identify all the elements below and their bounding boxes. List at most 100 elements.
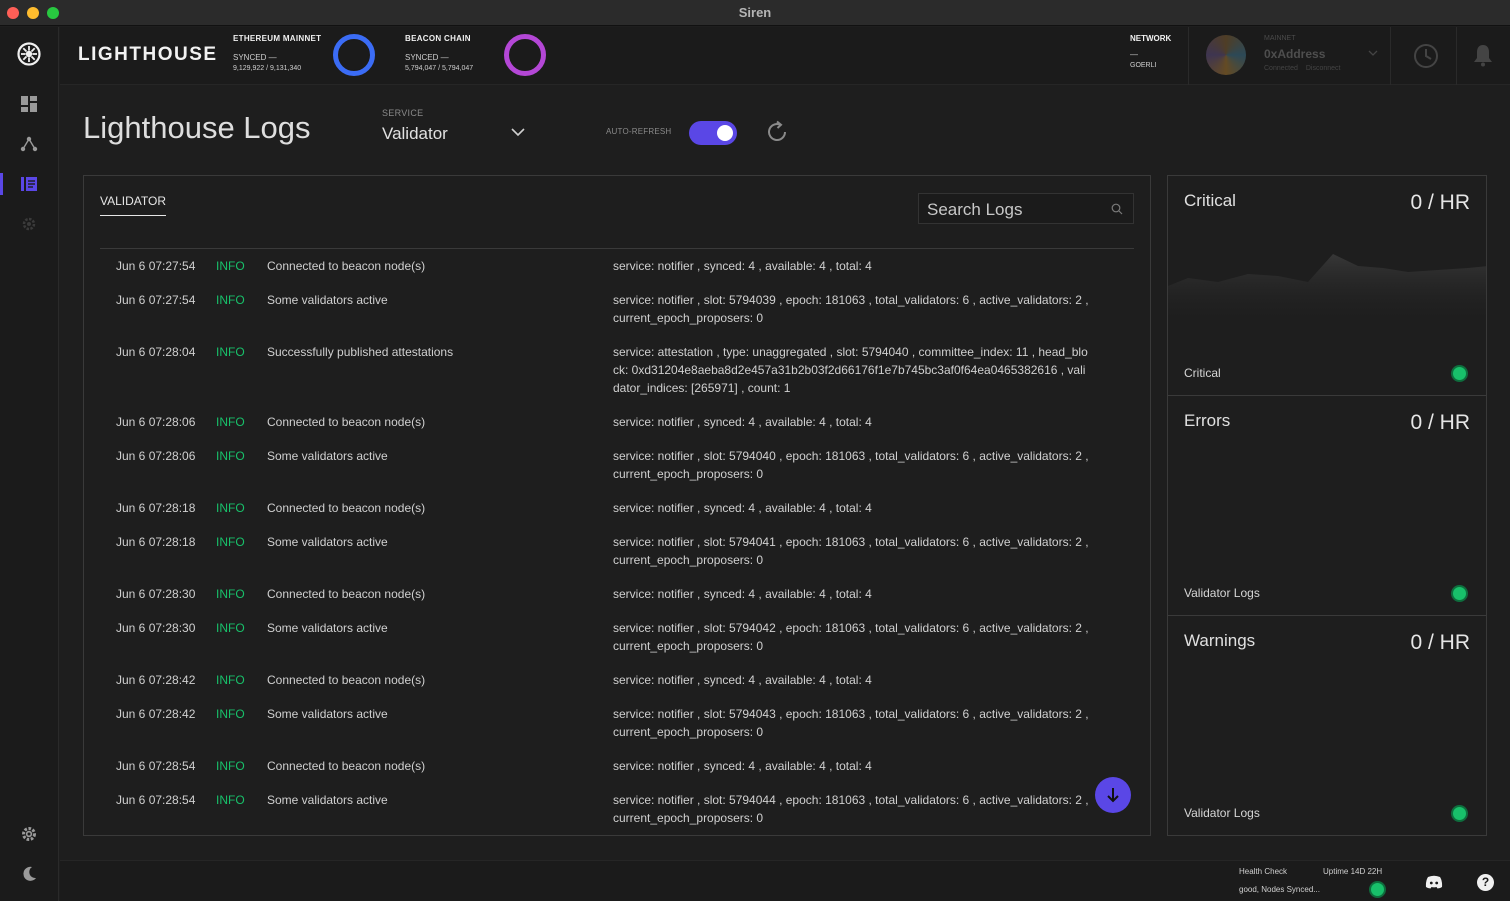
- log-row: Jun 6 07:28:42 INFO Connected to beacon no…: [84, 662, 1150, 696]
- health-check-label: Health Check: [1239, 867, 1288, 876]
- refresh-icon[interactable]: [764, 119, 790, 145]
- card-footer: Validator Logs: [1184, 806, 1260, 820]
- account-avatar[interactable]: [1206, 35, 1246, 75]
- critical-sparkline: [1168, 254, 1486, 326]
- arrow-down-icon: [1107, 788, 1119, 803]
- bell-icon[interactable]: [1473, 43, 1493, 67]
- moon-icon[interactable]: [19, 864, 39, 884]
- ethereum-status: SYNCED —: [233, 53, 277, 62]
- nodes-network-icon[interactable]: [19, 134, 39, 154]
- log-data: service: notifier , slot: 5794041 , epoc…: [613, 535, 1089, 567]
- log-time: Jun 6 07:28:42: [116, 707, 196, 721]
- lighthouse-logo-icon[interactable]: [17, 42, 41, 66]
- footer: Health Check good, Nodes Synced... Uptim…: [60, 860, 1510, 901]
- window-title: Siren: [738, 5, 772, 20]
- log-row: Jun 6 07:28:04 INFO Successfully published…: [84, 334, 1150, 404]
- chevron-down-icon[interactable]: [510, 126, 526, 138]
- log-row: Jun 6 07:28:54 INFO Some validators active…: [84, 782, 1150, 834]
- ethereum-progress: 9,129,922 / 9,131,340: [233, 65, 302, 72]
- beacon-progress: 5,794,047 / 5,794,047: [405, 65, 474, 72]
- card-footer: Critical: [1184, 366, 1221, 380]
- card-title: Warnings: [1184, 631, 1256, 650]
- status-dot: [1451, 585, 1468, 602]
- disconnect-link[interactable]: Disconnect: [1306, 65, 1341, 72]
- log-row: Jun 6 07:27:54 INFO Some validators active…: [84, 282, 1150, 334]
- help-icon[interactable]: ?: [1477, 874, 1494, 891]
- log-row: Jun 6 07:28:18 INFO Connected to beacon no…: [84, 490, 1150, 524]
- beacon-title: BEACON CHAIN: [405, 34, 471, 43]
- network-status: NETWORK — GOERLI: [1130, 34, 1171, 69]
- log-time: Jun 6 07:28:42: [116, 673, 196, 687]
- card-rate: 0 / HR: [1410, 411, 1470, 434]
- log-message: Some validators active: [267, 449, 388, 463]
- beacon-sync-ring: [504, 34, 546, 76]
- validators-gear-icon[interactable]: [19, 214, 39, 234]
- critical-card: Critical 0 / HR Critical: [1167, 175, 1487, 396]
- health-check-status: good, Nodes Synced...: [1239, 885, 1320, 894]
- log-data: service: notifier , slot: 5794044 , epoc…: [613, 793, 1089, 825]
- tab-validator[interactable]: VALIDATOR: [100, 194, 167, 216]
- log-message: Connected to beacon node(s): [267, 673, 426, 687]
- log-level: INFO: [216, 535, 245, 549]
- log-data: service: notifier , synced: 4 , availabl…: [613, 259, 872, 273]
- title-bar: Siren: [0, 0, 1510, 26]
- log-data: service: notifier , synced: 4 , availabl…: [613, 673, 872, 687]
- dashboard-grid-icon[interactable]: [19, 94, 39, 114]
- log-data: service: notifier , slot: 5794042 , epoc…: [613, 621, 1089, 653]
- log-time: Jun 6 07:28:06: [116, 415, 196, 429]
- log-row: Jun 6 07:28:54 INFO Connected to beacon no…: [84, 748, 1150, 782]
- history-clock-icon[interactable]: [1412, 42, 1440, 70]
- log-data: service: notifier , synced: 4 , availabl…: [613, 759, 872, 773]
- log-row: Jun 6 07:28:30 INFO Some validators active…: [84, 610, 1150, 662]
- sidebar-active-indicator: [0, 173, 3, 195]
- auto-refresh-label: AUTO-REFRESH: [606, 127, 672, 136]
- header-divider: [1188, 27, 1189, 85]
- log-time: Jun 6 07:28:30: [116, 587, 196, 601]
- log-time: Jun 6 07:28:18: [116, 501, 196, 515]
- network-dash: —: [1130, 50, 1138, 59]
- log-level: INFO: [216, 501, 245, 515]
- log-message: Connected to beacon node(s): [267, 415, 426, 429]
- settings-gear-icon[interactable]: [19, 824, 39, 844]
- log-level: INFO: [216, 415, 245, 429]
- log-level: INFO: [216, 587, 245, 601]
- brand-logo: LIGHTHOUSE: [78, 44, 218, 65]
- errors-card: Errors 0 / HR Validator Logs: [1167, 395, 1487, 616]
- log-message: Some validators active: [267, 293, 388, 307]
- beacon-status: SYNCED —: [405, 53, 449, 62]
- service-select[interactable]: Validator: [382, 124, 448, 144]
- log-row: Jun 6 07:28:30 INFO Connected to beacon no…: [84, 576, 1150, 610]
- ethereum-title: ETHEREUM MAINNET: [233, 34, 322, 43]
- header-divider: [1456, 27, 1457, 85]
- top-header: LIGHTHOUSE ETHEREUM MAINNET SYNCED — 9,1…: [60, 27, 1510, 85]
- connected-link[interactable]: Connected: [1264, 65, 1298, 72]
- log-data: service: notifier , slot: 5794040 , epoc…: [613, 449, 1089, 481]
- log-level: INFO: [216, 673, 245, 687]
- log-level: INFO: [216, 293, 245, 307]
- auto-refresh-toggle[interactable]: [689, 121, 737, 145]
- account-network: MAINNET: [1264, 35, 1296, 42]
- health-status-dot: [1369, 881, 1386, 898]
- discord-icon[interactable]: [1425, 875, 1443, 889]
- log-data: service: attestation , type: unaggregate…: [613, 345, 1088, 395]
- beacon-sync-status: BEACON CHAIN SYNCED — 5,794,047 / 5,794,…: [405, 34, 473, 72]
- log-time: Jun 6 07:28:54: [116, 759, 196, 773]
- log-row: Jun 6 07:27:54 INFO Connected to beacon no…: [84, 248, 1150, 282]
- log-level: INFO: [216, 259, 245, 273]
- ethereum-sync-ring: [333, 34, 375, 76]
- log-level: INFO: [216, 621, 245, 635]
- card-title: Critical: [1184, 191, 1236, 210]
- log-level: INFO: [216, 449, 245, 463]
- logs-icon[interactable]: [19, 174, 39, 194]
- log-level: INFO: [216, 707, 245, 721]
- scroll-to-bottom-button[interactable]: [1095, 777, 1131, 813]
- log-data: service: notifier , slot: 5794039 , epoc…: [613, 293, 1089, 325]
- chevron-down-icon[interactable]: [1368, 49, 1378, 57]
- search-input[interactable]: Search Logs: [918, 193, 1134, 224]
- log-message: Connected to beacon node(s): [267, 759, 426, 773]
- log-message: Some validators active: [267, 621, 388, 635]
- log-row: Jun 6 07:28:42 INFO Some validators active…: [84, 696, 1150, 748]
- account-links: Connected Disconnect: [1264, 65, 1349, 72]
- log-message: Some validators active: [267, 707, 388, 721]
- log-time: Jun 6 07:28:54: [116, 793, 196, 807]
